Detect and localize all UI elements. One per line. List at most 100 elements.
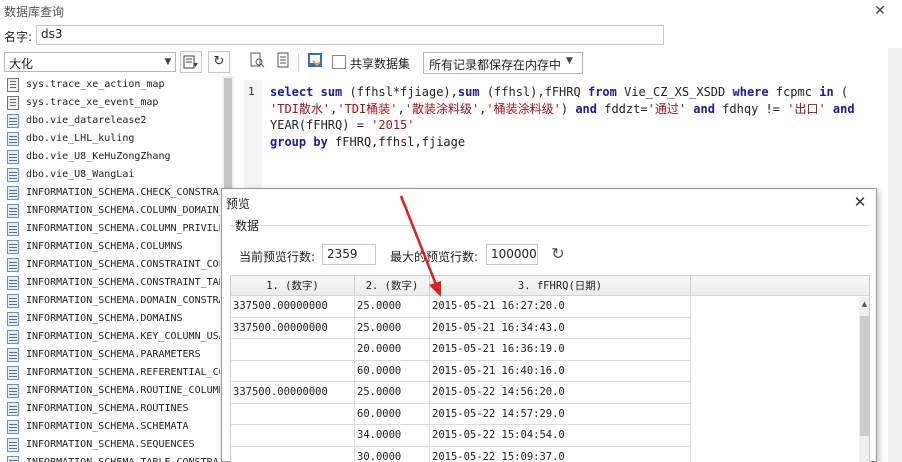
tree-item-label: INFORMATION_SCHEMA.SCHEMATA [26,421,189,432]
name-input[interactable]: ds3 [36,25,664,45]
database-select[interactable]: 大化 ▼ [4,52,176,72]
tree-item[interactable]: INFORMATION_SCHEMA.PARAMETERS [4,346,220,364]
table-cell[interactable]: 34.0000 [355,425,430,447]
tree-item[interactable]: INFORMATION_SCHEMA.CONSTRAINT_TABLE_USAG… [4,274,220,292]
table-cell[interactable]: 2015-05-22 15:04:54.0 [430,425,691,447]
table-cell[interactable]: 2015-05-22 14:56:20.0 [430,382,691,404]
tree-item[interactable]: INFORMATION_SCHEMA.ROUTINES [4,400,220,418]
column-header[interactable]: 3. fFHRQ(日期) [430,276,691,296]
table-cell[interactable]: 25.0000 [355,296,430,318]
view-icon [7,240,19,254]
table-cell[interactable]: 60.0000 [355,403,430,425]
current-rows-field[interactable]: 2359 [322,244,376,265]
refresh-icon[interactable]: ↻ [208,51,230,73]
table-cell[interactable]: 25.0000 [355,317,430,339]
close-icon[interactable]: ✕ [850,192,870,212]
tree-item[interactable]: INFORMATION_SCHEMA.SCHEMATA [4,418,220,436]
sql-keyword: and [575,101,597,116]
tree-item[interactable]: INFORMATION_SCHEMA.SEQUENCES [4,436,220,454]
table-cell[interactable]: 2015-05-22 14:57:29.0 [430,403,691,425]
tree-item[interactable]: INFORMATION_SCHEMA.DOMAIN_CONSTRAINTS [4,292,220,310]
view-icon [7,294,19,308]
table-cell[interactable]: 2015-05-21 16:34:43.0 [430,317,691,339]
tree-item[interactable]: INFORMATION_SCHEMA.COLUMN_DOMAIN_USAGE [4,202,220,220]
column-header[interactable]: 2. (数字) [355,276,430,296]
tree-item-label: INFORMATION_SCHEMA.COLUMN_PRIVILEGES [26,223,220,234]
tree-item[interactable]: INFORMATION_SCHEMA.KEY_COLUMN_USAGE [4,328,220,346]
tree-item[interactable]: INFORMATION_SCHEMA.ROUTINE_COLUMNS [4,382,220,400]
tree-item[interactable]: INFORMATION_SCHEMA.COLUMNS [4,238,220,256]
tree-item[interactable]: sys.trace_xe_event_map [4,94,220,112]
tree-item[interactable]: dbo.vie_LHL_kuling [4,130,220,148]
editor-scrollbar[interactable] [888,48,902,462]
preview-icon[interactable] [304,52,326,74]
view-icon [7,150,19,164]
table-cell[interactable] [231,425,355,447]
tree-item[interactable]: INFORMATION_SCHEMA.DOMAINS [4,310,220,328]
table-row[interactable]: 337500.00000000 25.0000 2015-05-22 14:56:2… [231,382,691,404]
database-select-value: 大化 [9,57,34,71]
table-cell[interactable]: 337500.00000000 [231,382,355,404]
sql-text: ( [840,85,849,99]
max-rows-field[interactable]: 100000 [486,244,538,265]
sql-string: '出口' [787,101,826,116]
memory-mode-select[interactable]: 所有记录都保存在内存中 ▼ [423,52,583,74]
close-icon[interactable]: ✕ [870,2,890,20]
shared-dataset-checkbox[interactable] [332,55,346,69]
table-cell[interactable] [231,446,355,462]
preview-dialog: 预览 ✕ 数据 当前预览行数: 2359 最大的预览行数: 100000 ↻ 1… [221,188,877,462]
filter-icon[interactable] [180,51,202,73]
table-cell[interactable]: 2015-05-21 16:27:20.0 [430,296,691,318]
chevron-up-icon[interactable]: ▲ [859,297,869,311]
view-icon [7,348,19,362]
table-cell[interactable] [231,360,355,382]
tree-item[interactable]: dbo.vie_U8_KeHuZongZhang [4,148,220,166]
table-cell[interactable]: 2015-05-21 16:36:19.0 [430,339,691,361]
view-icon [7,438,19,452]
column-header[interactable]: 1. (数字) [231,276,355,296]
tree-item[interactable]: sys.trace_xe_action_map [4,76,220,94]
sql-string: 'TDI散水' [270,101,331,116]
table-cell[interactable]: 25.0000 [355,382,430,404]
sql-string: 'TDI桶装' [337,101,398,116]
refresh-icon[interactable]: ↻ [548,244,568,264]
tree-item[interactable]: INFORMATION_SCHEMA.CONSTRAINT_COLUMN_USA… [4,256,220,274]
tree-item[interactable]: INFORMATION_SCHEMA.CHECK_CONSTRAINTS [4,184,220,202]
system-table-icon [7,96,19,110]
tree-item[interactable]: INFORMATION_SCHEMA.REFERENTIAL_CONSTRAIN… [4,364,220,382]
grid-scrollbar-thumb[interactable] [860,316,869,436]
preview-title: 预览 [226,197,251,211]
table-row[interactable]: 20.0000 2015-05-21 16:36:19.0 [231,339,691,361]
table-cell[interactable] [231,339,355,361]
tree-item-label: INFORMATION_SCHEMA.KEY_COLUMN_USAGE [26,331,220,342]
left-panel: 大化 ▼ ↻ sys.trace_xe_action_map sys.trace_… [0,48,238,462]
table-cell[interactable]: 337500.00000000 [231,296,355,318]
table-row[interactable]: 60.0000 2015-05-22 14:57:29.0 [231,403,691,425]
sql-string: '桶装涂料级' [486,101,561,116]
table-cell[interactable]: 337500.00000000 [231,317,355,339]
table-row[interactable]: 337500.00000000 25.0000 2015-05-21 16:34:4… [231,317,691,339]
tree-item[interactable]: INFORMATION_SCHEMA.COLUMN_PRIVILEGES [4,220,220,238]
search-doc-icon[interactable] [246,52,268,74]
sql-line-1: select sum (ffhsl*fjiage),sum (ffhsl),fF… [270,84,890,101]
document-icon[interactable] [272,52,294,74]
table-row[interactable]: 30.0000 2015-05-22 15:09:37.0 [231,446,691,462]
tree-item[interactable]: dbo.vie_U8_WangLai [4,166,220,184]
table-row[interactable]: 60.0000 2015-05-21 16:40:16.0 [231,360,691,382]
tree-item[interactable]: INFORMATION_SCHEMA.TABLE_CONSTRAINTS [4,454,220,462]
table-row[interactable]: 337500.00000000 25.0000 2015-05-21 16:27:2… [231,296,691,318]
view-icon [7,132,19,146]
table-cell[interactable]: 2015-05-21 16:40:16.0 [430,360,691,382]
view-icon [7,258,19,272]
table-cell[interactable]: 20.0000 [355,339,430,361]
table-cell[interactable]: 2015-05-22 15:09:37.0 [430,446,691,462]
table-row[interactable]: 34.0000 2015-05-22 15:04:54.0 [231,425,691,447]
view-icon [7,204,19,218]
tree-item-label: INFORMATION_SCHEMA.DOMAINS [26,313,183,324]
table-cell[interactable]: 30.0000 [355,446,430,462]
tree-item[interactable]: dbo.vie_datarelease2 [4,112,220,130]
tree-item-label: INFORMATION_SCHEMA.SEQUENCES [26,439,195,450]
tree-item-label: INFORMATION_SCHEMA.CONSTRAINT_TABLE_USAG… [26,277,220,288]
table-cell[interactable]: 60.0000 [355,360,430,382]
table-cell[interactable] [231,403,355,425]
